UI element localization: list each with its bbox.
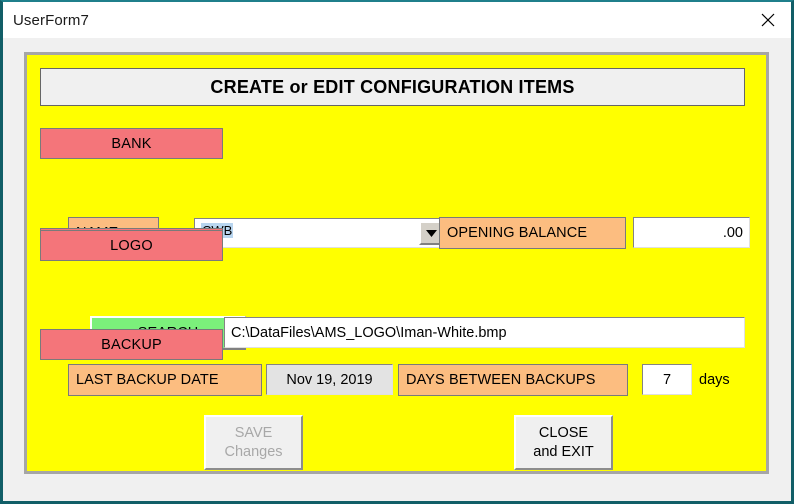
label-days-between-backups-text: DAYS BETWEEN BACKUPS	[406, 372, 596, 388]
section-title-backup-label: BACKUP	[101, 336, 162, 353]
save-changes-button[interactable]: SAVE Changes	[204, 415, 303, 470]
form-header-banner: CREATE or EDIT CONFIGURATION ITEMS	[40, 68, 745, 106]
days-between-backups-input[interactable]: 7	[642, 364, 692, 395]
close-and-exit-button[interactable]: CLOSE and EXIT	[514, 415, 613, 470]
section-title-bank: BANK	[40, 128, 223, 159]
days-suffix-label: days	[699, 364, 730, 395]
section-title-bank-label: BANK	[111, 135, 152, 152]
close-and-exit-line2: and EXIT	[533, 443, 594, 460]
last-backup-date-value: Nov 19, 2019	[286, 371, 373, 388]
section-title-logo: LOGO	[40, 230, 223, 261]
label-opening-balance: OPENING BALANCE	[439, 217, 626, 249]
section-title-logo-label: LOGO	[110, 237, 153, 254]
label-days-between-backups: DAYS BETWEEN BACKUPS	[398, 364, 628, 396]
last-backup-date-value-field: Nov 19, 2019	[266, 364, 393, 395]
save-changes-line2: Changes	[224, 443, 283, 460]
window-titlebar: UserForm7	[3, 2, 791, 38]
label-last-backup-date: LAST BACKUP DATE	[68, 364, 262, 396]
bank-name-combobox[interactable]: CWB	[194, 218, 446, 248]
logo-path-input[interactable]: C:\DataFiles\AMS_LOGO\Iman-White.bmp	[224, 317, 745, 348]
label-last-backup-date-text: LAST BACKUP DATE	[76, 372, 219, 388]
form-surface: CREATE or EDIT CONFIGURATION ITEMS BANK …	[24, 52, 769, 474]
form-header-text: CREATE or EDIT CONFIGURATION ITEMS	[210, 76, 575, 97]
userform-window: UserForm7 CREATE or EDIT CONFIGURATION I…	[0, 0, 794, 504]
label-opening-balance-text: OPENING BALANCE	[447, 225, 588, 241]
days-suffix-text: days	[699, 371, 730, 388]
days-between-backups-value: 7	[662, 371, 672, 388]
logo-path-value: C:\DataFiles\AMS_LOGO\Iman-White.bmp	[231, 324, 507, 341]
window-title: UserForm7	[13, 11, 89, 29]
opening-balance-value: .00	[722, 224, 743, 241]
close-button[interactable]	[745, 2, 791, 38]
chevron-down-icon	[425, 229, 437, 237]
close-icon	[761, 13, 775, 27]
opening-balance-input[interactable]: .00	[633, 217, 750, 248]
save-changes-line1: SAVE	[234, 424, 273, 441]
close-and-exit-line1: CLOSE	[538, 424, 589, 441]
section-title-backup: BACKUP	[40, 329, 223, 360]
